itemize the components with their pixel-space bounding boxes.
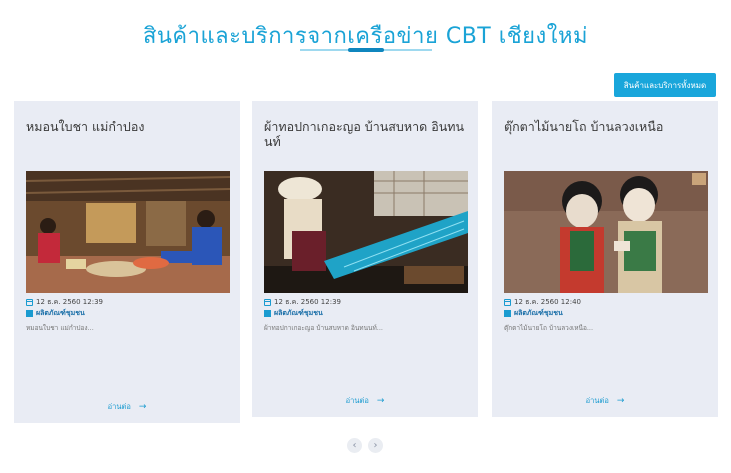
read-more-label[interactable]: อ่านต่อ — [346, 396, 369, 405]
card-meta: 12 ธ.ค. 2560 12:39 ผลิตภัณฑ์ชุมชน — [26, 297, 103, 319]
category-icon — [504, 310, 511, 317]
card-image[interactable] — [504, 171, 708, 293]
read-more-label[interactable]: อ่านต่อ — [108, 402, 131, 411]
title-underline-accent — [348, 48, 384, 52]
weaving-loom-photo — [264, 171, 468, 293]
arrow-right-icon: → — [616, 396, 625, 406]
calendar-icon — [26, 299, 33, 306]
handicraft-workshop-photo — [26, 171, 230, 293]
card-title[interactable]: ผ้าทอปกาเกอะญอ บ้านสบหาด อินทนนท์ — [264, 119, 468, 149]
read-more-link[interactable]: อ่านต่อ → — [492, 395, 718, 407]
all-products-button[interactable]: สินค้าและบริการทั้งหมด — [614, 73, 716, 97]
product-cards: หมอนใบชา แม่กำปอง 12 ธ.ค. 2560 12:39 ผลิ… — [14, 101, 718, 423]
read-more-link[interactable]: อ่านต่อ → — [14, 401, 240, 413]
category-icon — [26, 310, 33, 317]
product-card[interactable]: หมอนใบชา แม่กำปอง 12 ธ.ค. 2560 12:39 ผลิ… — [14, 101, 240, 423]
calendar-icon — [504, 299, 511, 306]
card-date: 12 ธ.ค. 2560 12:40 — [514, 298, 581, 306]
card-title[interactable]: หมอนใบชา แม่กำปอง — [26, 119, 230, 134]
wooden-dolls-photo — [504, 171, 708, 293]
card-excerpt: หมอนใบชา แม่กำปอง... — [26, 324, 94, 332]
card-excerpt: ผ้าทอปกาเกอะญอ บ้านสบหาด อินทนนท์... — [264, 324, 383, 332]
card-excerpt: ตุ๊กตาไม้นายโถ บ้านลวงเหนือ... — [504, 324, 594, 332]
card-image[interactable] — [26, 171, 230, 293]
chevron-left-icon[interactable]: ‹ — [347, 438, 362, 453]
card-image[interactable] — [264, 171, 468, 293]
product-card[interactable]: ตุ๊กตาไม้นายโถ บ้านลวงเหนือ 12 ธ.ค. 2560… — [492, 101, 718, 417]
calendar-icon — [264, 299, 271, 306]
card-category[interactable]: ผลิตภัณฑ์ชุมชน — [36, 308, 85, 319]
carousel-pager: ‹ › — [347, 438, 383, 453]
card-meta: 12 ธ.ค. 2560 12:40 ผลิตภัณฑ์ชุมชน — [504, 297, 581, 319]
product-card[interactable]: ผ้าทอปกาเกอะญอ บ้านสบหาด อินทนนท์ 12 ธ.ค… — [252, 101, 478, 417]
arrow-right-icon: → — [376, 396, 385, 406]
read-more-label[interactable]: อ่านต่อ — [586, 396, 609, 405]
card-meta: 12 ธ.ค. 2560 12:39 ผลิตภัณฑ์ชุมชน — [264, 297, 341, 319]
card-category[interactable]: ผลิตภัณฑ์ชุมชน — [274, 308, 323, 319]
read-more-link[interactable]: อ่านต่อ → — [252, 395, 478, 407]
arrow-right-icon: → — [138, 402, 147, 412]
card-title[interactable]: ตุ๊กตาไม้นายโถ บ้านลวงเหนือ — [504, 119, 708, 134]
card-date: 12 ธ.ค. 2560 12:39 — [36, 298, 103, 306]
category-icon — [264, 310, 271, 317]
card-category[interactable]: ผลิตภัณฑ์ชุมชน — [514, 308, 563, 319]
chevron-right-icon[interactable]: › — [368, 438, 383, 453]
card-date: 12 ธ.ค. 2560 12:39 — [274, 298, 341, 306]
